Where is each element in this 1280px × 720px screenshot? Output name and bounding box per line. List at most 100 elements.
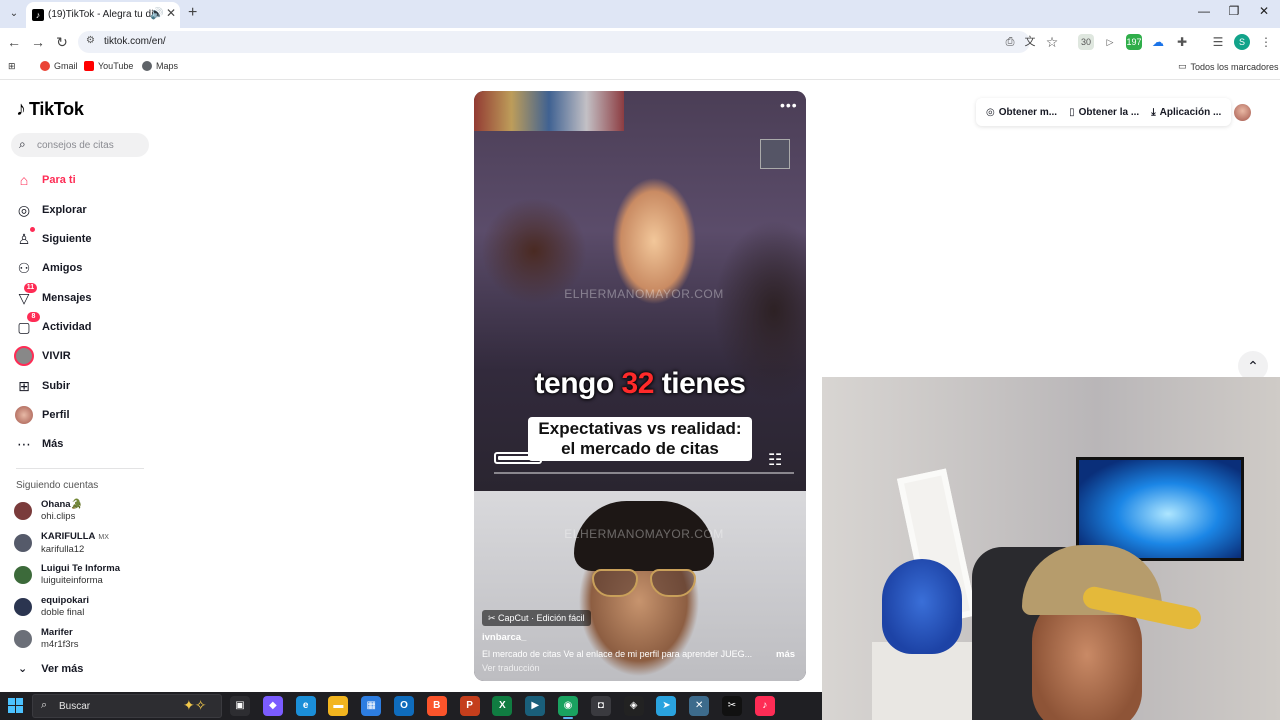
see-more-button[interactable]: ⌄ Ver más: [18, 662, 83, 676]
windows-start-icon[interactable]: [8, 698, 24, 714]
taskbar-search[interactable]: ⌕ Buscar ✦✧: [32, 694, 222, 718]
video-watermark: ELHERMANOMAYOR.COM: [564, 287, 724, 301]
reading-list-icon[interactable]: ☰: [1210, 34, 1226, 50]
plush-toy: [882, 559, 962, 654]
youtube-icon: [84, 61, 94, 71]
speaker-icon[interactable]: 🔊: [150, 7, 164, 20]
pc-app-button[interactable]: ⤓ Aplicación ...: [1151, 107, 1221, 118]
taskbar-capcut-icon[interactable]: ✂: [722, 696, 742, 716]
taskbar-davinci-icon[interactable]: ◈: [623, 696, 644, 716]
nav-profile[interactable]: Perfil: [14, 403, 144, 427]
video-author[interactable]: ivnbarca_: [482, 632, 526, 643]
cloud-icon[interactable]: ☁: [1150, 34, 1166, 50]
browser-tab[interactable]: ♪ (19)TikTok - Alegra tu día 🔊 ✕: [26, 2, 180, 28]
install-app-icon[interactable]: ⎙: [1002, 34, 1018, 50]
capcut-tag[interactable]: ✂ CapCut · Edición fácil: [482, 610, 591, 626]
omnibox[interactable]: ⚙ tiktok.com/en/: [78, 31, 1030, 53]
taskbar-excel-icon[interactable]: X: [492, 696, 513, 716]
user-avatar[interactable]: [1234, 104, 1251, 121]
restore-icon[interactable]: ❐: [1224, 4, 1244, 18]
video-player[interactable]: ••• ELHERMANOMAYOR.COM tengo 32 tienes E…: [474, 91, 806, 681]
see-translation-link[interactable]: Ver traducción: [482, 663, 540, 673]
taskbar-taskview-icon[interactable]: ▣: [230, 696, 250, 716]
bookmark-star-icon[interactable]: ☆: [1044, 34, 1060, 50]
search-box[interactable]: ⌕: [11, 133, 149, 157]
nav-following[interactable]: ♙ Siguiente: [14, 227, 144, 251]
chevron-down-icon: ⌄: [18, 663, 28, 675]
taskbar-explorer-icon[interactable]: ▬: [328, 696, 349, 716]
following-account[interactable]: KARIFULLA MX karifulla12: [14, 529, 144, 557]
search-input[interactable]: [37, 137, 143, 153]
progress-toggle[interactable]: [494, 452, 542, 464]
webcam-overlay: [822, 377, 1280, 720]
following-account[interactable]: Marifer m4r1f3rs: [14, 625, 144, 653]
forward-icon[interactable]: →: [30, 34, 46, 50]
close-tab-icon[interactable]: ✕: [166, 6, 176, 20]
windows-taskbar: ⌕ Buscar ✦✧ ▣ ◆ e ▬ ▦ O B P X ▶ ◉ ◘ ◈ ➤ ✕ ✂ ♪: [0, 692, 822, 720]
sparkle-icon: ✦✧: [183, 697, 207, 713]
tab-search-icon[interactable]: ⌄: [4, 4, 24, 24]
bookmark-maps[interactable]: Maps: [142, 61, 178, 71]
taskbar-store-icon[interactable]: ▦: [361, 696, 382, 716]
apps-grid-icon[interactable]: ⊞: [8, 61, 16, 72]
taskbar-brave-icon[interactable]: B: [426, 696, 447, 716]
taskbar-edge-icon[interactable]: e: [295, 696, 316, 716]
extension-icon[interactable]: 30: [1078, 34, 1094, 50]
taskbar-chrome-icon[interactable]: ◉: [558, 696, 578, 719]
nav-messages[interactable]: ▽ 11 Mensajes: [14, 283, 144, 310]
bookmark-youtube[interactable]: YouTube: [84, 61, 133, 71]
taskbar-camera-icon[interactable]: ◘: [590, 696, 611, 716]
back-icon[interactable]: ←: [6, 34, 22, 50]
get-app-button[interactable]: ▯ Obtener la ...: [1069, 107, 1139, 118]
taskbar-media-icon[interactable]: ▶: [525, 696, 546, 716]
taskbar-outlook-icon[interactable]: O: [394, 696, 414, 716]
following-account[interactable]: Ohana🐊 ohi.clips: [14, 497, 144, 525]
extension-play-icon[interactable]: ▷: [1102, 34, 1118, 50]
video-more-options-icon[interactable]: •••: [780, 97, 798, 113]
taskbar-tiktok-icon[interactable]: ♪: [754, 696, 775, 716]
url-text[interactable]: tiktok.com/en/: [104, 36, 166, 47]
nav-upload[interactable]: ⊞ Subir: [14, 374, 144, 398]
messages-badge: 11: [24, 283, 37, 293]
taskbar-powerpoint-icon[interactable]: P: [459, 696, 480, 716]
all-bookmarks[interactable]: ▭ Todos los marcadores: [1178, 61, 1279, 72]
bookmark-gmail[interactable]: Gmail: [40, 61, 78, 71]
search-icon[interactable]: ⌕: [19, 137, 26, 152]
search-icon: ⌕: [41, 699, 48, 711]
nav-friends[interactable]: ⚇ Amigos: [14, 256, 144, 280]
tiktok-logo[interactable]: ♪ TikTok: [16, 98, 84, 121]
get-coins-button[interactable]: ◎ Obtener m...: [986, 107, 1057, 118]
activity-badge: 8: [27, 312, 40, 322]
taskbar-tool-icon[interactable]: ✕: [689, 696, 710, 716]
taskbar-telegram-icon[interactable]: ➤: [656, 696, 677, 716]
site-info-icon[interactable]: ⚙: [86, 35, 95, 46]
taskbar-copilot-icon[interactable]: ◆: [262, 696, 283, 716]
reload-icon[interactable]: ↻: [54, 34, 70, 50]
nav-for-you[interactable]: ⌂ Para ti: [14, 168, 144, 192]
maps-icon: [142, 61, 152, 71]
video-thumbnail: [760, 139, 790, 169]
nav-more[interactable]: ⋯ Más: [14, 432, 144, 456]
activity-icon: ▢ 8: [14, 312, 40, 337]
video-person-glasses: [592, 569, 696, 597]
description-more-link[interactable]: más: [776, 649, 795, 660]
profile-avatar-icon[interactable]: S: [1234, 34, 1250, 50]
minimize-icon[interactable]: —: [1194, 4, 1214, 18]
nav-explore[interactable]: ◎ Explorar: [14, 198, 144, 222]
extensions-puzzle-icon[interactable]: ✚: [1174, 34, 1190, 50]
following-account[interactable]: Luigui Te Informa luiguiteinforma: [14, 561, 144, 589]
progress-bar[interactable]: [494, 472, 794, 474]
home-icon: ⌂: [19, 172, 29, 188]
extension-green-icon[interactable]: 197: [1126, 34, 1142, 50]
translate-icon[interactable]: 文: [1022, 34, 1038, 50]
nav-live[interactable]: VIVIR: [14, 344, 144, 368]
kebab-menu-icon[interactable]: ⋮: [1258, 34, 1274, 50]
new-tab-button[interactable]: +: [188, 4, 197, 22]
playlist-icon[interactable]: ☷: [768, 450, 782, 470]
following-accounts-title: Siguiendo cuentas: [16, 480, 99, 491]
avatar: [14, 566, 32, 584]
avatar: [14, 598, 32, 616]
following-account[interactable]: equipokari doble final: [14, 593, 144, 621]
close-window-icon[interactable]: ✕: [1254, 4, 1274, 18]
nav-activity[interactable]: ▢ 8 Actividad: [14, 312, 144, 339]
